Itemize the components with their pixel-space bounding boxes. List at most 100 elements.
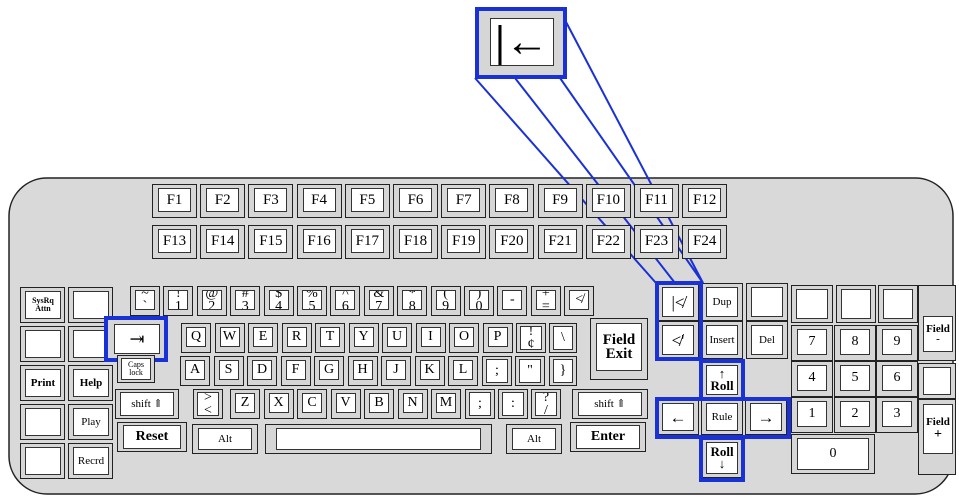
- key-f4[interactable]: F4: [296, 184, 342, 218]
- insert-key[interactable]: Insert: [701, 321, 743, 359]
- alt-left-key[interactable]: Alt: [192, 424, 258, 454]
- roll-up-key[interactable]: ↑ Roll: [701, 361, 743, 399]
- number-row-key-13[interactable]: ≮: [564, 286, 595, 316]
- key-f13[interactable]: F13: [152, 225, 197, 259]
- caps-lock-key[interactable]: Caps lock: [117, 355, 155, 383]
- key-f10[interactable]: F10: [585, 184, 631, 218]
- dup-key[interactable]: Dup: [701, 283, 743, 321]
- key-f16[interactable]: F16: [296, 225, 342, 259]
- numpad-6-key[interactable]: 6: [876, 361, 918, 397]
- key-y[interactable]: Y: [348, 323, 379, 353]
- number-row-key-10[interactable]: ) 0: [464, 286, 494, 316]
- roll-down-key[interactable]: Roll ↓: [701, 438, 743, 478]
- key-f7[interactable]: F7: [441, 184, 487, 218]
- key-p[interactable]: P: [482, 323, 513, 353]
- tab-key[interactable]: ⇥: [107, 318, 167, 360]
- blank-key-e[interactable]: [20, 443, 65, 479]
- key-j[interactable]: J: [381, 356, 411, 386]
- blank-key-d[interactable]: [20, 404, 65, 440]
- numpad-blank-2[interactable]: [836, 285, 876, 323]
- field-minus-key[interactable]: Field -: [918, 285, 956, 361]
- number-row-key-4[interactable]: $4: [263, 286, 294, 316]
- key-f24[interactable]: F24: [682, 225, 728, 259]
- number-row-key-5[interactable]: % 5: [297, 286, 327, 316]
- shift-right-key[interactable]: shift ⇑: [572, 389, 648, 419]
- key-e[interactable]: E: [248, 323, 278, 353]
- shift-left-key[interactable]: shift ⇑: [115, 389, 179, 419]
- key-f22[interactable]: F22: [585, 225, 631, 259]
- key-f9[interactable]: F9: [537, 184, 583, 218]
- sysrq-key[interactable]: SysRq Attn: [20, 287, 65, 323]
- key-l[interactable]: L: [448, 356, 478, 386]
- key-q[interactable]: Q: [181, 323, 211, 353]
- comma-key[interactable]: ;: [465, 389, 495, 419]
- rule-key[interactable]: Rule: [701, 399, 743, 435]
- enter-key[interactable]: Enter: [570, 422, 646, 452]
- key-a[interactable]: A: [180, 356, 210, 386]
- key-h[interactable]: H: [347, 356, 378, 386]
- key-f20[interactable]: F20: [489, 225, 535, 259]
- key-f14[interactable]: F14: [200, 225, 246, 259]
- key-f23[interactable]: F23: [634, 225, 679, 259]
- key-d[interactable]: D: [247, 356, 277, 386]
- numpad-blank-1[interactable]: [791, 285, 833, 323]
- key-t[interactable]: T: [315, 323, 345, 353]
- new-line-key[interactable]: ≮': [657, 321, 699, 359]
- less-greater-key[interactable]: > <: [193, 389, 223, 419]
- key-i[interactable]: I: [415, 323, 446, 353]
- help-key[interactable]: Help: [68, 365, 113, 401]
- key-u[interactable]: U: [382, 323, 412, 353]
- key-f2[interactable]: F2: [200, 184, 246, 218]
- number-row-key-8[interactable]: * 8: [397, 286, 428, 316]
- key-f15[interactable]: F15: [248, 225, 294, 259]
- quote-key[interactable]: ": [515, 356, 545, 386]
- reset-key[interactable]: Reset: [117, 422, 187, 452]
- alt-right-key[interactable]: Alt: [506, 424, 562, 454]
- numpad-7-key[interactable]: 7: [791, 325, 833, 361]
- key-f18[interactable]: F18: [393, 225, 438, 259]
- slash-key[interactable]: ? /: [531, 389, 561, 419]
- field-backspace-key[interactable]: |≮: [657, 283, 699, 321]
- key-n[interactable]: N: [397, 389, 428, 419]
- key-f1[interactable]: F1: [152, 184, 197, 218]
- key-o[interactable]: O: [449, 323, 479, 353]
- numpad-1-key[interactable]: 1: [791, 397, 833, 433]
- key-x[interactable]: X: [263, 389, 294, 419]
- key-w[interactable]: W: [214, 323, 245, 353]
- key-f3[interactable]: F3: [248, 184, 294, 218]
- record-key[interactable]: Recrd: [68, 443, 113, 479]
- key-v[interactable]: V: [330, 389, 361, 419]
- key-f5[interactable]: F5: [344, 184, 390, 218]
- numpad-blank-4[interactable]: [918, 363, 956, 399]
- key-m[interactable]: M: [431, 389, 461, 419]
- number-row-key-1[interactable]: ! 1: [163, 286, 194, 316]
- numpad-9-key[interactable]: 9: [876, 325, 918, 361]
- field-exit-key[interactable]: Field Exit: [590, 318, 648, 380]
- number-row-key-7[interactable]: & 7: [363, 286, 394, 316]
- key-f8[interactable]: F8: [489, 184, 535, 218]
- cent-key[interactable]: ! ¢: [516, 323, 546, 353]
- numpad-4-key[interactable]: 4: [791, 361, 833, 397]
- numpad-0-key[interactable]: 0: [791, 434, 875, 474]
- brace-key[interactable]: }: [549, 356, 577, 386]
- key-f[interactable]: F: [280, 356, 311, 386]
- delete-key[interactable]: Del: [746, 321, 788, 359]
- key-z[interactable]: Z: [230, 389, 260, 419]
- key-s[interactable]: S: [213, 356, 244, 386]
- key-f17[interactable]: F17: [344, 225, 390, 259]
- numpad-3-key[interactable]: 3: [876, 397, 918, 433]
- period-key[interactable]: :: [498, 389, 528, 419]
- print-key[interactable]: Print: [20, 365, 65, 401]
- number-row-key-11[interactable]: -: [497, 286, 528, 316]
- key-f19[interactable]: F19: [441, 225, 487, 259]
- spacebar[interactable]: [265, 424, 492, 454]
- key-f6[interactable]: F6: [393, 184, 438, 218]
- semicolon-key[interactable]: ;: [482, 356, 512, 386]
- right-arrow-key[interactable]: →: [745, 399, 787, 435]
- number-row-key-0[interactable]: ~ `: [130, 286, 160, 316]
- field-plus-key[interactable]: Field +: [918, 399, 956, 475]
- number-row-key-9[interactable]: (9: [430, 286, 461, 316]
- number-row-key-3[interactable]: #3: [230, 286, 261, 316]
- play-key[interactable]: Play: [68, 404, 113, 440]
- number-row-key-2[interactable]: @2: [196, 286, 227, 316]
